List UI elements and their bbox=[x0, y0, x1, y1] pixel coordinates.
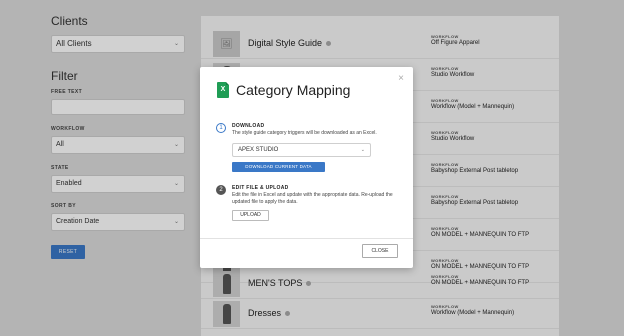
dialog-title: Category Mapping bbox=[236, 82, 351, 98]
close-icon[interactable]: × bbox=[398, 73, 404, 84]
step-description: The style guide category triggers will b… bbox=[232, 130, 377, 136]
excel-file-icon: X bbox=[217, 82, 229, 98]
step-number: 1 bbox=[216, 123, 226, 133]
step-heading: DOWNLOAD bbox=[232, 123, 265, 129]
upload-button[interactable]: UPLOAD bbox=[232, 210, 269, 221]
studio-select-value: APEX STUDIO bbox=[238, 147, 279, 153]
divider bbox=[200, 238, 413, 239]
download-step: 1 DOWNLOAD The style guide category trig… bbox=[213, 123, 403, 177]
step-description: Edit the file in Excel and update with t… bbox=[232, 192, 393, 205]
upload-step: 2 EDIT FILE & UPLOAD Edit the file in Ex… bbox=[213, 185, 403, 225]
step-heading: EDIT FILE & UPLOAD bbox=[232, 185, 289, 191]
studio-select[interactable]: APEX STUDIO ⌄ bbox=[232, 143, 371, 157]
step-number: 2 bbox=[216, 185, 226, 195]
close-button[interactable]: CLOSE bbox=[362, 244, 398, 258]
download-current-data-button[interactable]: DOWNLOAD CURRENT DATA bbox=[232, 162, 325, 172]
category-mapping-dialog: × X Category Mapping 1 DOWNLOAD The styl… bbox=[200, 67, 413, 268]
chevron-down-icon: ⌄ bbox=[360, 147, 365, 153]
